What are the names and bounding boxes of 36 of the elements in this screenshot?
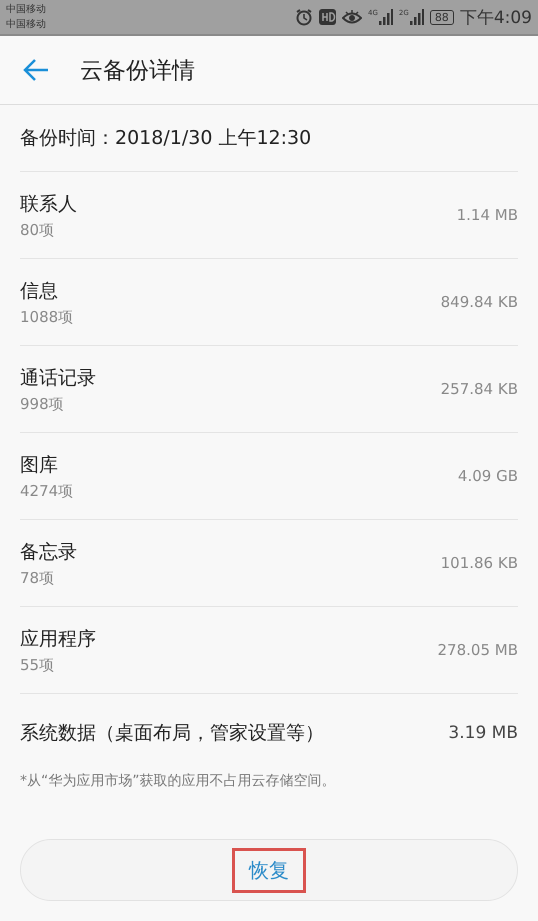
clock-time: 下午4:09 [460,6,532,28]
carrier-name: 中国移动 [6,2,46,17]
back-button[interactable] [22,58,50,82]
item-count: 55项 [20,656,56,674]
item-name: 信息 [20,278,59,304]
item-count: 998项 [20,394,65,414]
item-name: 图库 [20,452,59,478]
carrier-name: 中国移动 [6,18,46,32]
item-count: 1088项 [20,308,74,326]
item-count: 78项 [20,568,56,588]
highlight-frame: 恢复 [232,848,306,892]
item-name: 应用程序 [20,626,96,652]
item-size: 849.84 KB [440,293,518,311]
item-name: 系统数据（桌面布局，管家设置等） [20,721,324,746]
item-size: 278.05 MB [438,641,518,659]
item-size: 4.09 GB [458,467,518,485]
backup-time: 备份时间：2018/1/30 上午12:30 [20,105,518,172]
item-name: 通话记录 [20,366,96,390]
signal-icon [378,9,393,25]
battery-indicator: 88 [430,10,454,24]
item-name: 联系人 [20,192,77,216]
item-size: 3.19 MB [448,723,518,743]
eye-icon [342,9,362,25]
item-size: 101.86 KB [440,554,518,572]
item-count: 80项 [20,220,56,240]
alarm-icon [295,8,314,26]
back-arrow-icon [22,58,50,82]
item-name: 备忘录 [20,540,77,564]
page-title: 云备份详情 [80,56,195,86]
item-size: 257.84 KB [440,380,518,398]
item-size: 1.14 MB [456,206,518,224]
item-count: 4274项 [20,482,74,500]
restore-button[interactable]: 恢复 [20,839,518,901]
hd-icon [319,9,336,25]
footnote: *从“华为应用市场”获取的应用不占用云存储空间。 [20,772,337,790]
signal-icon [410,9,424,25]
